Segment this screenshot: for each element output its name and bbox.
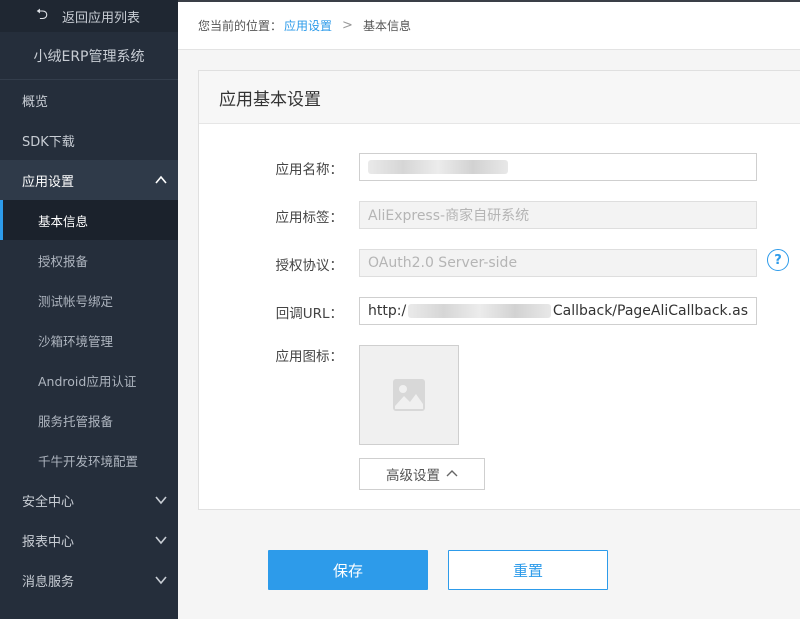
sidebar-item-label: 应用设置	[22, 174, 75, 190]
basic-settings-panel: 应用基本设置 应用名称： 应用标签： AliExpress-商家自研系统 授权协…	[198, 70, 800, 510]
sidebar-item-reports[interactable]: 报表中心	[0, 520, 178, 560]
app-icon-upload[interactable]	[359, 345, 459, 445]
sidebar-subitem-qianniu-env[interactable]: 千牛开发环境配置	[0, 440, 178, 480]
app-name-input[interactable]	[359, 153, 757, 181]
callback-url-suffix: Callback/PageAliCallback.as	[552, 303, 748, 319]
redacted-value	[408, 304, 551, 318]
breadcrumb-prefix: 您当前的位置：	[198, 19, 283, 33]
app-name-label: 应用名称：	[275, 162, 344, 178]
sidebar-subitem-basic-info[interactable]: 基本信息	[0, 200, 178, 240]
help-icon[interactable]: ?	[767, 249, 789, 271]
sidebar-item-label: 概览	[22, 94, 49, 110]
sidebar-item-label: 沙箱环境管理	[38, 333, 114, 349]
breadcrumb: 您当前的位置： 应用设置 > 基本信息	[178, 0, 800, 50]
advanced-settings-button[interactable]: 高级设置	[359, 458, 485, 490]
breadcrumb-current: 基本信息	[362, 19, 411, 33]
chevron-down-icon	[155, 536, 167, 545]
sidebar-subitem-test-account[interactable]: 测试帐号绑定	[0, 280, 178, 320]
breadcrumb-separator: >	[342, 18, 353, 33]
panel-title: 应用基本设置	[199, 71, 800, 124]
sidebar-subitem-auth-report[interactable]: 授权报备	[0, 240, 178, 280]
sidebar-item-app-settings[interactable]: 应用设置	[0, 160, 178, 200]
callback-url-label: 回调URL：	[275, 306, 343, 322]
sidebar-item-label: 服务托管报备	[38, 413, 114, 429]
back-label: 返回应用列表	[62, 10, 141, 26]
sidebar-item-label: 千牛开发环境配置	[38, 453, 139, 469]
sidebar-item-label: Android应用认证	[38, 373, 137, 389]
chevron-down-icon	[155, 576, 167, 585]
chevron-up-icon	[446, 470, 458, 477]
sidebar-item-label: SDK下载	[22, 134, 75, 150]
sidebar: ⮌ 返回应用列表 小绒ERP管理系统 概览 SDK下载 应用设置 基本信息 授权…	[0, 0, 178, 619]
reset-button[interactable]: 重置	[448, 550, 608, 590]
sidebar-item-label: 测试帐号绑定	[38, 293, 114, 309]
save-button[interactable]: 保存	[268, 550, 428, 590]
sidebar-item-label: 授权报备	[38, 253, 89, 269]
sidebar-item-label: 基本信息	[38, 213, 89, 229]
sidebar-item-label: 消息服务	[22, 574, 75, 590]
sidebar-subitem-hosting-report[interactable]: 服务托管报备	[0, 400, 178, 440]
breadcrumb-link-app-settings[interactable]: 应用设置	[284, 17, 332, 34]
sidebar-item-messages[interactable]: 消息服务	[0, 560, 178, 600]
app-tag-label: 应用标签：	[275, 210, 344, 226]
advanced-settings-label: 高级设置	[386, 468, 440, 484]
back-to-app-list-link[interactable]: ⮌ 返回应用列表	[0, 0, 178, 32]
auth-protocol-field: OAuth2.0 Server-side	[359, 249, 757, 277]
image-placeholder-icon	[393, 379, 425, 411]
sidebar-item-overview[interactable]: 概览	[0, 80, 178, 120]
auth-protocol-label: 授权协议：	[275, 258, 344, 274]
app-title: 小绒ERP管理系统	[0, 32, 178, 80]
redacted-value	[368, 160, 508, 174]
app-tag-field: AliExpress-商家自研系统	[359, 201, 757, 229]
sidebar-item-security[interactable]: 安全中心	[0, 480, 178, 520]
chevron-up-icon	[155, 175, 167, 184]
sidebar-subitem-android-auth[interactable]: Android应用认证	[0, 360, 178, 400]
sidebar-subitem-sandbox[interactable]: 沙箱环境管理	[0, 320, 178, 360]
app-icon-label: 应用图标：	[275, 349, 344, 365]
chevron-down-icon	[155, 496, 167, 505]
sidebar-item-label: 安全中心	[22, 494, 75, 510]
callback-url-prefix: http:/	[368, 303, 407, 319]
back-arrow-icon: ⮌	[36, 4, 49, 23]
sidebar-item-sdk[interactable]: SDK下载	[0, 120, 178, 160]
callback-url-input[interactable]: http:/ Callback/PageAliCallback.as	[359, 297, 757, 325]
sidebar-item-label: 报表中心	[22, 534, 75, 550]
